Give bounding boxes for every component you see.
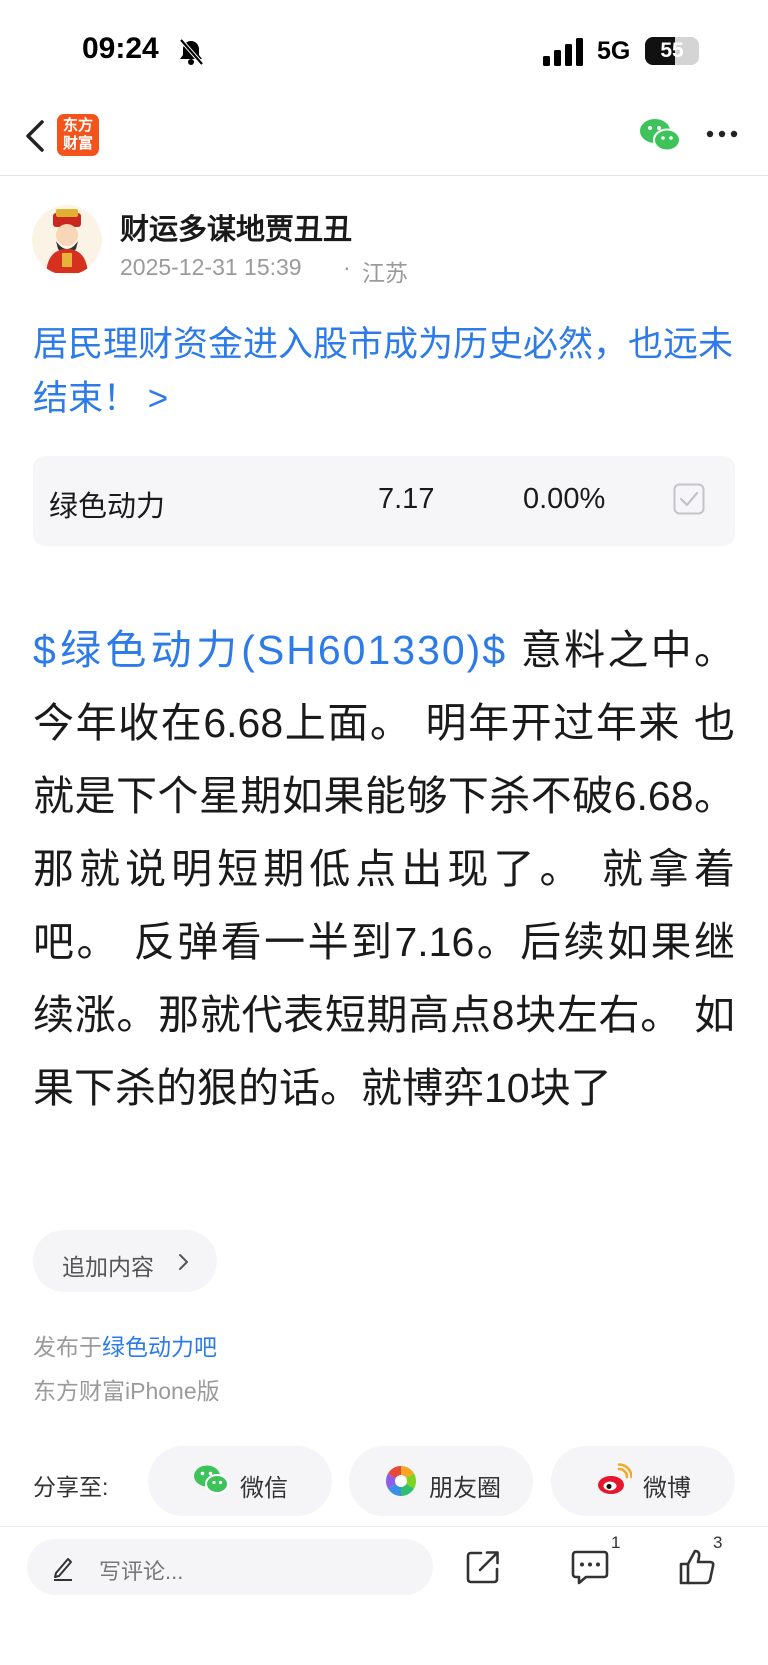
more-icon[interactable] [706,128,738,140]
comment-input[interactable]: 写评论... [27,1539,433,1595]
comment-icon[interactable] [571,1549,609,1585]
stock-name: 绿色动力 [49,491,166,523]
signal-icon [543,38,583,66]
bar-link[interactable]: 绿色动力吧 [102,1334,217,1360]
wechat-icon[interactable] [639,117,681,153]
nav-bar: 东方 财富 [0,100,768,176]
share-moments-button[interactable]: 朋友圈 [349,1446,533,1516]
share-weibo-label: 微博 [643,1475,691,1502]
publish-line: 发布于绿色动力吧 [33,1328,217,1362]
like-count: 3 [713,1533,723,1552]
status-bar: 09:24 5G 55 [0,0,768,100]
author-avatar[interactable] [32,205,102,275]
status-time: 09:24 [82,32,159,65]
share-label: 分享至: [33,1474,109,1500]
append-content-label: 追加内容 [62,1254,154,1280]
logo-line2: 财富 [62,135,93,152]
share-weibo-button[interactable]: 微博 [551,1446,735,1516]
logo-line1: 东方 [62,117,93,134]
comment-placeholder: 写评论... [99,1559,184,1584]
back-icon[interactable] [22,116,50,156]
forward-icon[interactable] [465,1549,501,1585]
post-time: 2025-12-31 15:39 [120,254,302,280]
post-title-link[interactable]: 居民理财资金进入股市成为历史必然，也远未结束！ > [33,318,743,426]
meta-separator: · [343,254,351,280]
publish-prefix: 发布于 [33,1334,102,1360]
moments-icon [385,1466,417,1496]
bottom-bar: 写评论... 1 3 [0,1526,768,1665]
post-location: 江苏 [362,260,408,286]
stock-price: 7.17 [378,483,435,515]
append-content-button[interactable]: 追加内容 [33,1230,217,1292]
app-logo[interactable]: 东方 财富 [57,114,99,156]
comment-count: 1 [611,1533,621,1552]
pen-icon [54,1558,72,1581]
stock-tag-link[interactable]: $绿色动力(SH601330)$ [33,627,507,673]
post-body: $绿色动力(SH601330)$ 意料之中。今年收在6.68上面。 明年开过年来… [33,614,735,1125]
chevron-right-icon [179,1254,188,1270]
client-label: 东方财富iPhone版 [33,1378,220,1404]
author-name[interactable]: 财运多谋地贾丑丑 [120,206,352,248]
network-label: 5G [597,37,631,65]
wechat-icon [194,1465,229,1494]
battery-icon: 55 [645,37,699,65]
fortune-god-avatar-icon [32,205,102,275]
weibo-icon [598,1463,632,1494]
watchlist-check-icon[interactable] [673,483,705,515]
post-body-text: 意料之中。今年收在6.68上面。 明年开过年来 也就是下个星期如果能够下杀不破6… [33,627,735,1111]
share-wechat-button[interactable]: 微信 [148,1446,332,1516]
bell-muted-icon [179,38,204,66]
thumbs-up-icon[interactable] [678,1548,716,1586]
stock-change: 0.00% [523,483,606,515]
share-moments-label: 朋友圈 [429,1475,501,1502]
battery-level: 55 [660,39,684,62]
share-wechat-label: 微信 [240,1475,288,1502]
stock-card[interactable]: 绿色动力 7.17 0.00% [33,456,735,546]
